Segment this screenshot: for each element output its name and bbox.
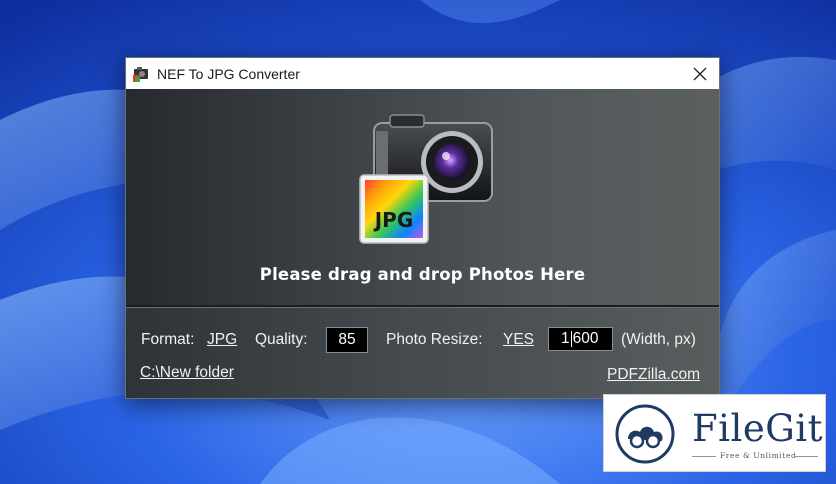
tagline-rule-left <box>692 456 716 457</box>
filegit-watermark: FileGit Free & Unlimited <box>603 394 826 472</box>
filegit-tagline: Free & Unlimited <box>720 451 797 460</box>
quality-input[interactable]: 85 <box>326 327 368 353</box>
title-bar[interactable]: NEF To JPG Converter <box>126 58 719 89</box>
format-label: Format: <box>141 331 195 348</box>
format-link[interactable]: JPG <box>207 331 237 349</box>
camera-jpg-icon: JPG <box>359 114 493 244</box>
resize-width-input[interactable]: 1 600 <box>548 327 613 351</box>
photo-drop-area[interactable]: JPG Please drag and drop Photos Here <box>126 89 719 305</box>
close-icon <box>693 67 707 80</box>
quality-label: Quality: <box>255 331 308 348</box>
pdfzilla-link[interactable]: PDFZilla.com <box>607 366 700 384</box>
close-button[interactable] <box>681 58 719 89</box>
window-title: NEF To JPG Converter <box>157 66 300 82</box>
settings-panel: Format: JPG Quality: 85 Photo Resize: YE… <box>126 308 719 398</box>
resize-unit-label: (Width, px) <box>621 331 696 348</box>
resize-width-after: 600 <box>572 330 599 347</box>
text-caret <box>570 331 572 347</box>
converter-window: NEF To JPG Converter JPG Please drag and… <box>125 57 720 399</box>
jpg-art-label: JPG <box>373 208 414 232</box>
drop-instruction: Please drag and drop Photos Here <box>259 265 586 284</box>
tagline-rule-right <box>794 456 818 457</box>
app-icon <box>133 67 148 82</box>
filegit-logo-icon <box>615 404 675 464</box>
resize-label: Photo Resize: <box>386 331 483 348</box>
output-folder-link[interactable]: C:\New folder <box>140 364 234 382</box>
resize-width-before: 1 <box>561 330 570 347</box>
resize-toggle-link[interactable]: YES <box>503 331 534 349</box>
filegit-name: FileGit <box>692 407 823 450</box>
